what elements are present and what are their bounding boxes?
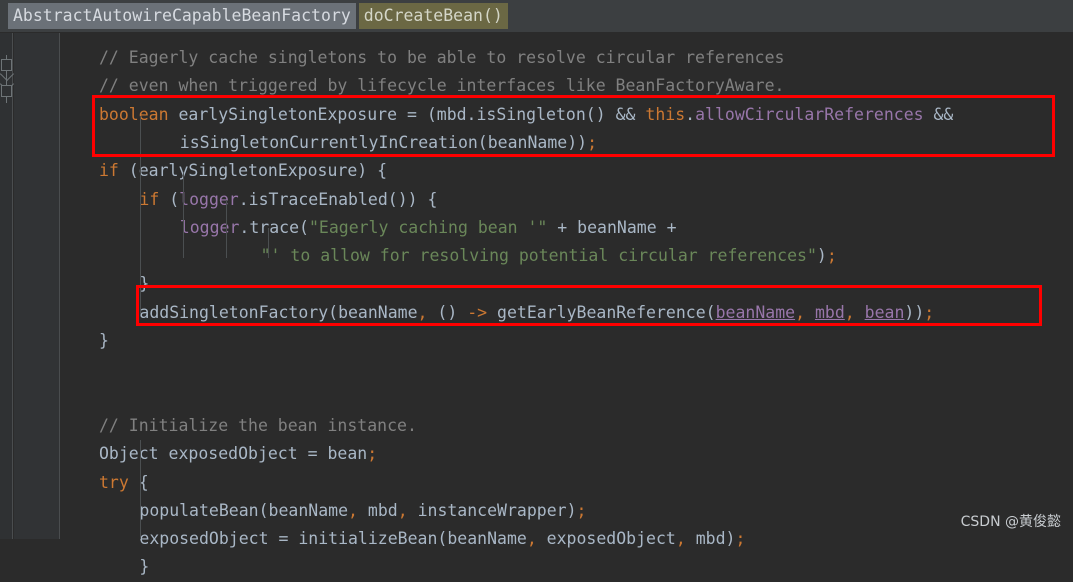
- code-line: if (logger.isTraceEnabled()) {: [139, 186, 437, 214]
- editor-area[interactable]: // Eagerly cache singletons to be able t…: [0, 33, 1073, 576]
- code-token: "Eagerly caching bean '": [308, 217, 548, 237]
- code-token: isSingletonCurrentlyInCreation(beanName)…: [179, 132, 588, 152]
- code-token: boolean: [99, 104, 169, 124]
- code-token: earlySingletonExposure = (mbd.isSingleto…: [168, 104, 616, 124]
- code-token: ,: [795, 302, 806, 322]
- code-line: try {: [99, 469, 149, 497]
- code-token: (earlySingletonExposure) {: [118, 161, 388, 181]
- breadcrumb-item-class[interactable]: AbstractAutowireCapableBeanFactory: [8, 3, 356, 29]
- indent-guide: [140, 116, 141, 172]
- code-token: ;: [924, 302, 935, 322]
- code-line: addSingletonFactory(beanName, () -> getE…: [139, 299, 934, 327]
- code-line: exposedObject = initializeBean(beanName,…: [139, 525, 745, 553]
- indent-guide: [268, 228, 269, 258]
- code-token: logger: [179, 217, 240, 237]
- code-token: bean: [864, 302, 905, 322]
- breadcrumb: AbstractAutowireCapableBeanFactory doCre…: [0, 0, 1073, 33]
- code-token: }: [139, 557, 150, 577]
- code-token: {: [128, 472, 149, 492]
- indent-guide: [183, 172, 184, 258]
- code-text[interactable]: // Eagerly cache singletons to be able t…: [0, 33, 1073, 576]
- code-editor-screenshot: AbstractAutowireCapableBeanFactory doCre…: [0, 0, 1073, 576]
- code-token: ;: [826, 246, 837, 266]
- code-token: }: [99, 331, 109, 350]
- indent-guide: [226, 200, 227, 258]
- code-line: "' to allow for resolving potential circ…: [261, 242, 837, 270]
- code-token: try: [99, 472, 129, 492]
- code-token: "' to allow for resolving potential circ…: [260, 246, 817, 266]
- code-token: ->: [467, 302, 488, 322]
- code-token: ,: [397, 500, 408, 520]
- code-token: beanName: [715, 302, 796, 322]
- code-token: )): [904, 302, 925, 322]
- code-token: populateBean(beanName: [139, 500, 349, 520]
- code-token: .: [685, 104, 696, 124]
- breadcrumb-item-method[interactable]: doCreateBean(): [358, 3, 508, 29]
- code-token: .isTraceEnabled()) {: [238, 189, 438, 209]
- code-token: ;: [576, 500, 587, 520]
- code-token: (): [427, 302, 468, 322]
- code-line: }: [139, 553, 149, 581]
- code-line: // even when triggered by lifecycle inte…: [99, 72, 784, 100]
- code-token: // Initialize the bean instance.: [99, 415, 417, 435]
- code-line: logger.trace("Eagerly caching bean '" + …: [180, 214, 677, 242]
- code-token: allowCircularReferences: [695, 104, 924, 124]
- code-line: // Initialize the bean instance.: [99, 412, 417, 440]
- code-token: ,: [417, 302, 428, 322]
- code-token: if: [99, 161, 119, 181]
- code-token: &&: [615, 104, 636, 124]
- indent-guide: [140, 172, 141, 314]
- code-token: &&: [933, 104, 954, 124]
- code-token: .trace(: [239, 217, 309, 237]
- code-line: // Eagerly cache singletons to be able t…: [99, 44, 784, 72]
- code-token: getEarlyBeanReference(: [487, 302, 716, 322]
- code-token: ,: [844, 302, 855, 322]
- code-token: (: [159, 189, 180, 209]
- code-token: // Eagerly cache singletons to be able t…: [99, 48, 785, 67]
- code-token: ;: [587, 132, 598, 152]
- code-line: isSingletonCurrentlyInCreation(beanName)…: [180, 129, 597, 157]
- code-line: populateBean(beanName, mbd, instanceWrap…: [139, 497, 586, 525]
- code-line: if (earlySingletonExposure) {: [99, 157, 387, 185]
- indent-guide: [140, 440, 141, 539]
- code-token: ;: [367, 444, 378, 464]
- watermark: CSDN @黄俊懿: [960, 514, 1061, 530]
- code-token: addSingletonFactory(beanName: [139, 302, 418, 322]
- code-token: + beanName +: [547, 217, 677, 237]
- code-line: }: [99, 327, 109, 355]
- code-line: boolean earlySingletonExposure = (mbd.is…: [99, 101, 953, 129]
- code-token: this: [645, 104, 686, 124]
- code-token: ): [816, 246, 827, 266]
- code-token: logger: [179, 189, 239, 209]
- code-token: instanceWrapper): [407, 500, 577, 520]
- code-token: mbd: [814, 302, 845, 322]
- code-token: ,: [348, 500, 358, 520]
- code-token: // even when triggered by lifecycle inte…: [99, 76, 785, 96]
- code-token: mbd: [357, 500, 398, 520]
- code-token: if: [139, 189, 160, 209]
